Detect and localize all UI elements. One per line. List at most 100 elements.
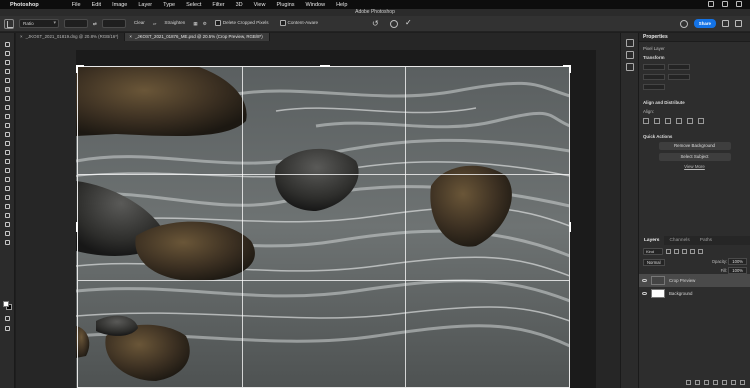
screen-mode-icon[interactable] (4, 325, 11, 332)
menu-3d[interactable]: 3D (236, 2, 243, 8)
menu-window[interactable]: Window (306, 2, 326, 8)
align-center-icon[interactable] (654, 118, 660, 124)
cancel-icon[interactable] (390, 20, 398, 28)
crop-handle-top[interactable] (320, 65, 330, 67)
user-icon[interactable] (679, 19, 688, 28)
crop-tool-icon[interactable] (4, 86, 11, 93)
settings-gear-icon[interactable]: ⚙ (203, 21, 207, 27)
frame-tool-icon[interactable] (4, 95, 11, 102)
foreground-color-swatch[interactable] (3, 301, 9, 307)
layer-row[interactable]: Crop Preview (639, 274, 750, 287)
content-aware-checkbox[interactable] (279, 19, 286, 26)
crop-bounding-box[interactable] (76, 65, 571, 388)
menu-type[interactable]: Type (163, 2, 175, 8)
system-icon[interactable] (722, 1, 728, 7)
lasso-tool-icon[interactable] (4, 68, 11, 75)
tab-paths[interactable]: Paths (695, 236, 717, 245)
remove-background-button[interactable]: Remove Background (658, 142, 731, 150)
system-icon[interactable] (708, 1, 714, 7)
stamp-tool-icon[interactable] (4, 131, 11, 138)
visibility-eye-icon[interactable] (642, 278, 647, 283)
swap-icon[interactable]: ⇄ (93, 21, 97, 27)
transform-h-field[interactable] (668, 64, 690, 70)
tab-document-1[interactable]: × _JKOST_2021_01819.dng @ 20.8% (RGB/16*) (16, 33, 126, 41)
menu-help[interactable]: Help (336, 2, 347, 8)
crop-handle-top-left[interactable] (76, 65, 78, 73)
content-aware[interactable]: Content-Aware (277, 19, 322, 28)
properties-title[interactable]: Properties (639, 33, 750, 42)
tab-document-2[interactable]: × _JKOST_2021_01876_ME.psd @ 20.5% (Crop … (125, 33, 270, 41)
fill-field[interactable]: 100% (728, 267, 747, 274)
crop-handle-left[interactable] (76, 222, 78, 232)
new-layer-icon[interactable] (731, 380, 736, 385)
menu-image[interactable]: Image (112, 2, 127, 8)
align-middle-icon[interactable] (687, 118, 693, 124)
filter-adjustment-icon[interactable] (674, 249, 679, 254)
crop-tool-preset-icon[interactable] (4, 18, 14, 29)
menu-photoshop[interactable]: Photoshop (10, 2, 39, 8)
path-select-tool-icon[interactable] (4, 203, 11, 210)
transform-y-field[interactable] (668, 74, 690, 80)
gradient-tool-icon[interactable] (4, 158, 11, 165)
move-tool-icon[interactable] (4, 41, 11, 48)
pen-tool-icon[interactable] (4, 185, 11, 192)
fx-icon[interactable] (695, 380, 700, 385)
shape-tool-icon[interactable] (4, 212, 11, 219)
eyedropper-tool-icon[interactable] (4, 104, 11, 111)
search-icon[interactable] (722, 20, 729, 27)
filter-shape-icon[interactable] (690, 249, 695, 254)
filter-type-icon[interactable] (682, 249, 687, 254)
blur-tool-icon[interactable] (4, 167, 11, 174)
quick-mask-icon[interactable] (4, 315, 11, 322)
object-select-tool-icon[interactable] (4, 77, 11, 84)
more-tools-icon[interactable] (4, 239, 11, 246)
straighten-icon[interactable]: ▱ (153, 21, 157, 27)
transform-title[interactable]: Transform (639, 55, 750, 60)
brush-settings-icon[interactable] (626, 51, 634, 59)
menu-filter[interactable]: Filter (212, 2, 224, 8)
hand-tool-icon[interactable] (4, 221, 11, 228)
menu-layer[interactable]: Layer (138, 2, 152, 8)
menu-edit[interactable]: Edit (92, 2, 101, 8)
close-icon[interactable]: × (129, 34, 132, 39)
crop-handle-top-right[interactable] (569, 65, 571, 73)
height-field[interactable] (101, 19, 126, 28)
workspace-icon[interactable] (735, 20, 742, 27)
history-brush-tool-icon[interactable] (4, 140, 11, 147)
view-more-link[interactable]: View More (639, 164, 750, 169)
filter-smart-object-icon[interactable] (698, 249, 703, 254)
kind-select[interactable]: Kind (643, 248, 663, 255)
trash-icon[interactable] (740, 380, 745, 385)
align-left-icon[interactable] (643, 118, 649, 124)
system-icon[interactable] (736, 1, 742, 7)
folder-icon[interactable] (722, 380, 727, 385)
align-right-icon[interactable] (665, 118, 671, 124)
eraser-tool-icon[interactable] (4, 149, 11, 156)
healing-tool-icon[interactable] (4, 113, 11, 120)
type-tool-icon[interactable] (4, 194, 11, 201)
link-icon[interactable] (686, 380, 691, 385)
width-field[interactable] (64, 19, 88, 28)
menu-file[interactable]: File (72, 2, 81, 8)
marquee-tool-icon[interactable] (4, 59, 11, 66)
transform-x-field[interactable] (643, 74, 665, 80)
quick-actions-title[interactable]: Quick Actions (639, 134, 750, 139)
filter-pixel-icon[interactable] (666, 249, 671, 254)
transform-w-field[interactable] (643, 64, 665, 70)
menu-plugins[interactable]: Plugins (276, 2, 294, 8)
opacity-field[interactable]: 100% (728, 258, 747, 265)
canvas-area[interactable] (16, 41, 620, 388)
align-distribute-title[interactable]: Align and Distribute (639, 100, 750, 105)
brush-tool-icon[interactable] (4, 122, 11, 129)
zoom-tool-icon[interactable] (4, 230, 11, 237)
delete-cropped-checkbox[interactable] (214, 19, 221, 26)
straighten-button[interactable]: Straighten (161, 19, 188, 28)
overlay-grid-icon[interactable]: ▦ (193, 21, 197, 27)
adjustment-icon[interactable] (713, 380, 718, 385)
commit-check-icon[interactable]: ✓ (405, 18, 412, 27)
select-subject-button[interactable]: Select Subject (658, 153, 731, 161)
transform-angle-field[interactable] (643, 84, 665, 90)
crop-handle-right[interactable] (569, 222, 571, 232)
dodge-tool-icon[interactable] (4, 176, 11, 183)
menu-view[interactable]: View (254, 2, 266, 8)
